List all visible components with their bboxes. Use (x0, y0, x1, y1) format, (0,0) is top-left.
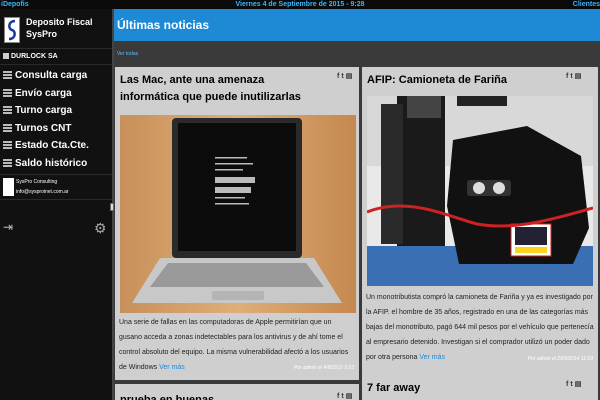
news-meta: Por admin el 29/9/2014 11:09 (527, 356, 593, 362)
main-content: Últimas noticias Ver todas Las Mac, ante… (114, 9, 600, 400)
menu-list: Consulta carga Envío carga Turno carga T… (0, 65, 112, 172)
share-icons: ft▤ (566, 380, 583, 388)
read-more-link[interactable]: Ver más (419, 354, 445, 361)
see-all-link[interactable]: Ver todas (117, 51, 138, 57)
page-title: Últimas noticias (114, 9, 600, 41)
gear-icon[interactable]: ⚙ (94, 221, 107, 235)
menu-item-consulta-carga[interactable]: Consulta carga (0, 67, 112, 85)
share-icon[interactable]: ▤ (346, 73, 355, 80)
list-icon (3, 141, 12, 149)
share-icon[interactable]: ▤ (575, 381, 584, 388)
clients-link[interactable]: Clientes (573, 0, 600, 9)
news-title[interactable]: AFIP: Camioneta de Fariña (367, 72, 567, 89)
menu-item-saldo-historico[interactable]: Saldo histórico (0, 155, 112, 173)
brand-line-1: Deposito Fiscal (26, 17, 93, 27)
list-icon (3, 123, 12, 132)
news-meta: Por admin el 4/8/2015 9:23 (293, 365, 354, 371)
sidebar: Deposito Fiscal SysPro DURLOCK SA Consul… (0, 9, 112, 400)
top-status-bar: iDepofis Viernes 4 de Septiembre de 2015… (0, 0, 600, 9)
news-title[interactable]: prueba en buenas (120, 392, 320, 400)
company-icon (3, 53, 9, 59)
list-icon (3, 71, 12, 79)
news-body: Un monotributista compró la camioneta de… (366, 294, 594, 361)
company-selector[interactable]: DURLOCK SA (0, 49, 112, 65)
menu-item-turno-carga[interactable]: Turno carga (0, 102, 112, 120)
news-card[interactable]: AFIP: Camioneta de Fariña ft▤ Un monotri… (362, 67, 598, 380)
news-card[interactable]: 7 far away ft▤ (362, 375, 598, 400)
brand-header: Deposito Fiscal SysPro (0, 9, 112, 49)
share-icons: ft▤ (566, 72, 583, 80)
menu-item-estado-cta-cte[interactable]: Estado Cta.Cte. (0, 137, 112, 155)
sub-bar: Ver todas (114, 41, 600, 67)
exit-icon[interactable]: ⇥ (3, 221, 15, 233)
news-image (367, 96, 593, 286)
date-time: Viernes 4 de Septiembre de 2015 - 9:28 (235, 1, 365, 8)
news-title[interactable]: Las Mac, ante una amenaza informática qu… (120, 72, 320, 106)
list-icon (3, 158, 12, 167)
news-image (120, 115, 356, 313)
news-card[interactable]: Las Mac, ante una amenaza informática qu… (115, 67, 359, 380)
brand-title: Deposito Fiscal SysPro (26, 16, 93, 40)
consulting-name: SysPro Consulting (16, 179, 58, 185)
consulting-email[interactable]: info@sysproinet.com.ar (16, 189, 69, 195)
menu-item-envio-carga[interactable]: Envío carga (0, 85, 112, 103)
share-icon[interactable]: ▤ (575, 73, 584, 80)
share-icons: ft▤ (337, 72, 354, 80)
list-icon (3, 88, 12, 97)
news-title[interactable]: 7 far away (367, 380, 567, 397)
list-icon (3, 106, 12, 114)
consulting-logo-icon (3, 178, 14, 196)
company-name: DURLOCK SA (11, 53, 58, 60)
share-icons: ft▤ (337, 392, 354, 400)
read-more-link[interactable]: Ver más (159, 364, 185, 371)
news-card[interactable]: prueba en buenas ft▤ (115, 384, 359, 400)
menu-item-turnos-cnt[interactable]: Turnos CNT (0, 120, 112, 138)
syspro-logo-icon (4, 17, 20, 43)
brand-line-2: SysPro (26, 29, 58, 39)
consulting-info: SysPro Consulting info@sysproinet.com.ar (0, 174, 112, 200)
share-icon[interactable]: ▤ (346, 393, 355, 400)
